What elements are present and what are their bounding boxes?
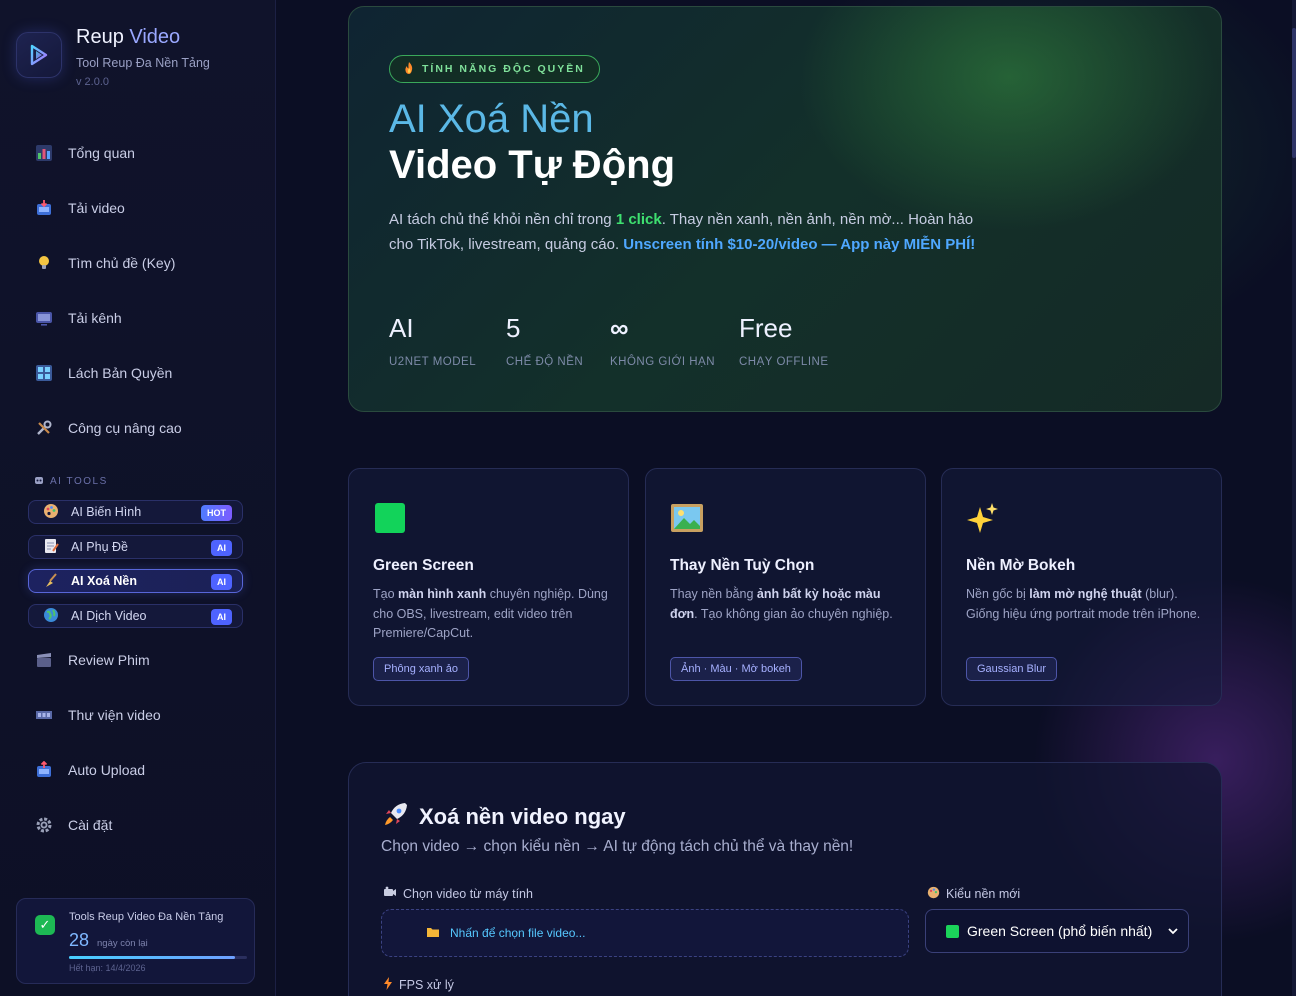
hot-badge: HOT bbox=[201, 505, 232, 521]
feature-tag: Ảnh · Màu · Mờ bokeh bbox=[670, 657, 802, 681]
palette-icon bbox=[43, 503, 59, 522]
panel-title: Xoá nền video ngay bbox=[383, 801, 626, 833]
ai-item-subtitle[interactable]: AI Phụ Đề AI bbox=[28, 535, 243, 559]
green-square-icon bbox=[373, 501, 407, 535]
license-days-label: ngày còn lại bbox=[97, 938, 148, 949]
feature-card-custom-background[interactable]: Thay Nền Tuỳ Chọn Thay nền bằng ảnh bất … bbox=[645, 468, 926, 706]
license-progress-fill bbox=[69, 956, 235, 959]
film-strip-icon bbox=[34, 705, 54, 725]
app-name: Reup Video bbox=[76, 26, 181, 48]
feature-tag: Gaussian Blur bbox=[966, 657, 1058, 681]
ai-badge: AI bbox=[211, 609, 232, 625]
license-progress-bar bbox=[69, 956, 247, 959]
video-input-label: Chọn video từ máy tính bbox=[383, 886, 533, 901]
nav-item-bypass-copyright[interactable]: Lách Bản Quyền bbox=[28, 356, 248, 390]
main-content: TÍNH NĂNG ĐỘC QUYỀN AI Xoá Nền Video Tự … bbox=[276, 0, 1296, 996]
chevron-down-icon bbox=[1168, 924, 1178, 938]
stat-unlimited: ∞ KHÔNG GIỚI HẠN bbox=[610, 313, 716, 368]
ai-tools-section-label: AI TOOLS bbox=[34, 475, 108, 488]
video-camera-icon bbox=[383, 886, 397, 901]
fire-icon bbox=[404, 61, 414, 77]
nav-item-review-movie[interactable]: Review Phim bbox=[28, 643, 248, 677]
download-box-icon bbox=[34, 198, 54, 218]
ai-badge: AI bbox=[211, 540, 232, 556]
nav-item-find-topic[interactable]: Tìm chủ đề (Key) bbox=[28, 246, 248, 280]
ai-badge: AI bbox=[211, 574, 232, 590]
panel-subtitle: Chọn video → chọn kiểu nền → AI tự động … bbox=[381, 838, 854, 855]
license-card: ✓ Tools Reup Video Đa Nền Tảng 28 ngày c… bbox=[16, 898, 255, 984]
license-days: 28 bbox=[69, 930, 90, 950]
nav-item-video-library[interactable]: Thư viện video bbox=[28, 698, 248, 732]
folder-icon bbox=[426, 926, 440, 941]
exclusive-feature-tag: TÍNH NĂNG ĐỘC QUYỀN bbox=[389, 55, 600, 83]
nav-item-download-video[interactable]: Tải video bbox=[28, 191, 248, 225]
stat-modes: 5 CHẾ ĐỘ NỀN bbox=[506, 313, 584, 368]
background-type-label: Kiểu nền mới bbox=[927, 886, 1020, 902]
tv-icon bbox=[34, 308, 54, 328]
robot-icon bbox=[34, 475, 44, 488]
check-icon: ✓ bbox=[35, 915, 55, 935]
fps-label: FPS xử lý bbox=[383, 977, 454, 993]
upload-box-icon bbox=[34, 760, 54, 780]
chart-icon bbox=[34, 143, 54, 163]
brand: Reup Video Tool Reup Đa Nền Tảng v 2.0.0 bbox=[16, 26, 266, 96]
app-logo-icon bbox=[16, 32, 62, 78]
feature-card-green-screen[interactable]: Green Screen Tạo màn hình xanh chuyên ng… bbox=[348, 468, 629, 706]
clapper-icon bbox=[34, 650, 54, 670]
globe-icon bbox=[43, 607, 59, 626]
nav-item-auto-upload[interactable]: Auto Upload bbox=[28, 753, 248, 787]
hero-description: AI tách chủ thể khỏi nền chỉ trong 1 cli… bbox=[389, 211, 976, 253]
rocket-icon bbox=[383, 801, 409, 833]
feature-tag: Phông xanh ảo bbox=[373, 657, 470, 681]
stat-model: AI U2NET MODEL bbox=[389, 313, 477, 368]
app-version: v 2.0.0 bbox=[76, 76, 110, 88]
sparkles-icon bbox=[966, 501, 1000, 535]
nav-item-settings[interactable]: Cài đặt bbox=[28, 808, 248, 842]
license-title: Tools Reup Video Đa Nền Tảng bbox=[69, 911, 224, 923]
hero-banner: TÍNH NĂNG ĐỘC QUYỀN AI Xoá Nền Video Tự … bbox=[348, 6, 1222, 412]
video-file-dropzone[interactable]: Nhấn để chọn file video... bbox=[381, 909, 909, 957]
feature-card-bokeh[interactable]: Nền Mờ Bokeh Nền gốc bị làm mờ nghệ thuậ… bbox=[941, 468, 1222, 706]
landscape-picture-icon bbox=[670, 501, 704, 535]
lightbulb-icon bbox=[34, 253, 54, 273]
memo-icon bbox=[43, 538, 59, 557]
lightning-icon bbox=[383, 977, 393, 993]
hero-title-line2: Video Tự Động bbox=[389, 143, 675, 187]
gear-icon bbox=[34, 815, 54, 835]
remove-background-panel: Xoá nền video ngay Chọn video → chọn kiể… bbox=[348, 762, 1222, 996]
hero-title-line1: AI Xoá Nền bbox=[389, 97, 594, 141]
license-expiry: Hết hạn: 14/4/2026 bbox=[69, 963, 146, 973]
sidebar: Reup Video Tool Reup Đa Nền Tảng v 2.0.0… bbox=[0, 0, 276, 996]
nav-item-overview[interactable]: Tổng quan bbox=[28, 136, 248, 170]
green-square-icon bbox=[946, 924, 959, 938]
broom-icon bbox=[43, 572, 59, 591]
stat-offline: Free CHẠY OFFLINE bbox=[739, 313, 829, 368]
grid-icon bbox=[34, 363, 54, 383]
app-subtitle: Tool Reup Đa Nền Tảng bbox=[76, 56, 210, 70]
background-type-select[interactable]: Green Screen (phổ biến nhất) bbox=[925, 909, 1189, 953]
nav-item-advanced-tools[interactable]: Công cụ nâng cao bbox=[28, 411, 248, 445]
palette-icon bbox=[927, 886, 940, 902]
ai-item-remove-background[interactable]: AI Xoá Nền AI bbox=[28, 569, 243, 593]
ai-item-translate-video[interactable]: AI Dịch Video AI bbox=[28, 604, 243, 628]
scrollbar[interactable] bbox=[1292, 0, 1296, 996]
ai-item-transform[interactable]: AI Biến Hình HOT bbox=[28, 500, 243, 524]
tools-icon bbox=[34, 418, 54, 438]
nav-item-download-channel[interactable]: Tải kênh bbox=[28, 301, 248, 335]
